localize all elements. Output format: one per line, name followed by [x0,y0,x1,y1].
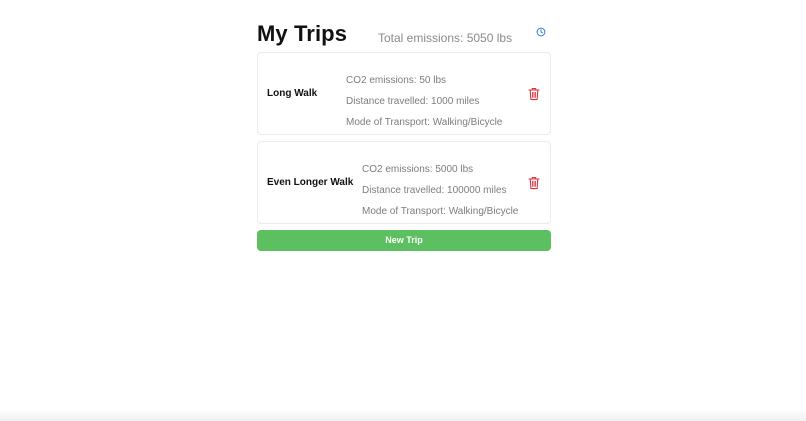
trip-card: Even Longer Walk CO2 emissions: 5000 lbs… [257,141,551,224]
page-title: My Trips [257,21,348,46]
trips-page: My Trips Total emissions: 5050 lbs Long … [0,0,806,421]
trip-co2: CO2 emissions: 50 lbs [346,75,447,86]
trash-icon[interactable] [528,176,540,190]
trip-mode: Mode of Transport: Walking/Bicycle [346,117,503,128]
trip-distance: Distance travelled: 100000 miles [362,185,507,196]
clock-icon[interactable] [536,27,546,37]
trip-details: CO2 emissions: 5000 lbs Distance travell… [362,159,518,222]
total-emissions: Total emissions: 5050 lbs [378,31,513,45]
trash-icon[interactable] [528,87,540,101]
trip-mode: Mode of Transport: Walking/Bicycle [362,206,519,217]
trip-name: Even Longer Walk [267,177,354,188]
bottom-edge-shadow [0,409,806,421]
trip-name: Long Walk [267,88,318,99]
trip-card: Long Walk CO2 emissions: 50 lbs Distance… [257,52,551,135]
trip-details: CO2 emissions: 50 lbs Distance travelled… [346,70,502,133]
trip-co2: CO2 emissions: 5000 lbs [362,164,474,175]
trip-distance: Distance travelled: 1000 miles [346,96,480,107]
trips-container: My Trips Total emissions: 5050 lbs Long … [257,18,551,251]
trip-list: Long Walk CO2 emissions: 50 lbs Distance… [257,52,551,224]
new-trip-button[interactable]: New Trip [257,230,551,251]
page-header: My Trips Total emissions: 5050 lbs [257,18,551,52]
